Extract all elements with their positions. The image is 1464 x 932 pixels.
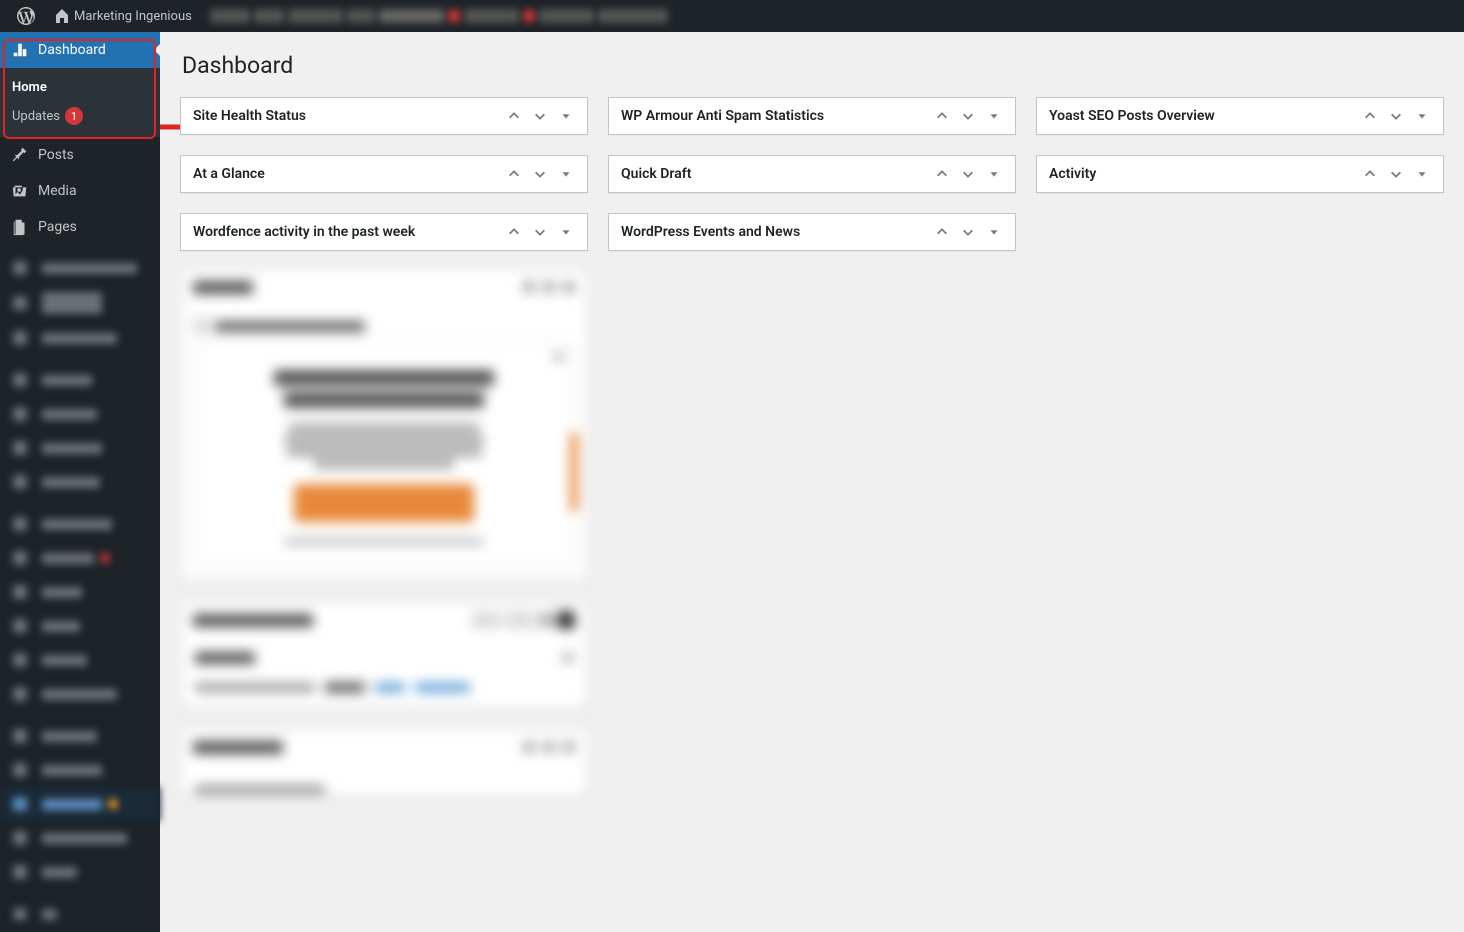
widget-site-health: Site Health Status — [180, 97, 588, 135]
sidebar-label-posts: Posts — [38, 147, 74, 163]
widget-title: Yoast SEO Posts Overview — [1049, 108, 1215, 124]
widget-title: WordPress Events and News — [621, 224, 800, 240]
toggle-icon[interactable] — [985, 107, 1003, 125]
submenu-label-updates: Updates — [12, 109, 60, 124]
widgets-row-1: Site Health Status WP Armour Anti Spam S… — [180, 97, 1444, 135]
widget-title: Site Health Status — [193, 108, 306, 124]
admin-sidebar: Dashboard Home Updates 1 Posts Media — [0, 32, 160, 932]
widget-title: WP Armour Anti Spam Statistics — [621, 108, 824, 124]
dashboard-icon — [10, 40, 30, 60]
media-icon — [10, 181, 30, 201]
sidebar-item-dashboard[interactable]: Dashboard — [0, 32, 160, 68]
move-down-icon[interactable] — [959, 165, 977, 183]
home-icon[interactable]: Marketing Ingenious — [44, 0, 200, 32]
updates-badge: 1 — [65, 107, 83, 125]
blurred-widgets — [180, 268, 588, 816]
sidebar-item-posts[interactable]: Posts — [0, 137, 160, 173]
widget-events: WordPress Events and News — [608, 213, 1016, 251]
move-down-icon[interactable] — [1387, 107, 1405, 125]
widget-wp-armour: WP Armour Anti Spam Statistics — [608, 97, 1016, 135]
toggle-icon[interactable] — [985, 165, 1003, 183]
toggle-icon[interactable] — [557, 107, 575, 125]
blurred-sidebar-items — [0, 245, 160, 931]
site-name: Marketing Ingenious — [74, 9, 192, 24]
move-down-icon[interactable] — [531, 165, 549, 183]
sidebar-label-pages: Pages — [38, 219, 77, 235]
widget-title: Wordfence activity in the past week — [193, 224, 415, 240]
pages-icon — [10, 217, 30, 237]
toggle-icon[interactable] — [1413, 165, 1431, 183]
move-up-icon[interactable] — [505, 107, 523, 125]
toggle-icon[interactable] — [557, 223, 575, 241]
submenu-label-home: Home — [12, 80, 47, 95]
page-title: Dashboard — [180, 52, 1444, 79]
move-up-icon[interactable] — [933, 223, 951, 241]
move-down-icon[interactable] — [959, 223, 977, 241]
sidebar-item-pages[interactable]: Pages — [0, 209, 160, 245]
admin-bar: Marketing Ingenious — [0, 0, 1464, 32]
content-area: Dashboard Site Health Status WP Armour A… — [160, 32, 1464, 932]
move-up-icon[interactable] — [1361, 165, 1379, 183]
widget-title: At a Glance — [193, 166, 265, 182]
dashboard-submenu: Home Updates 1 — [0, 68, 160, 137]
widgets-row-2: At a Glance Quick Draft — [180, 155, 1444, 193]
widgets-row-3: Wordfence activity in the past week Word… — [180, 213, 1444, 251]
move-up-icon[interactable] — [933, 107, 951, 125]
move-up-icon[interactable] — [1361, 107, 1379, 125]
wordpress-logo-icon[interactable] — [8, 0, 44, 32]
widget-title: Quick Draft — [621, 166, 691, 182]
widget-wordfence: Wordfence activity in the past week — [180, 213, 588, 251]
widget-at-a-glance: At a Glance — [180, 155, 588, 193]
toggle-icon[interactable] — [557, 165, 575, 183]
widget-quick-draft: Quick Draft — [608, 155, 1016, 193]
move-down-icon[interactable] — [531, 107, 549, 125]
toggle-icon[interactable] — [985, 223, 1003, 241]
widget-title: Activity — [1049, 166, 1096, 182]
sidebar-label-dashboard: Dashboard — [38, 42, 106, 58]
move-up-icon[interactable] — [505, 223, 523, 241]
submenu-item-updates[interactable]: Updates 1 — [0, 101, 160, 131]
blurred-admin-bar-items — [210, 9, 668, 23]
move-up-icon[interactable] — [933, 165, 951, 183]
submenu-item-home[interactable]: Home — [0, 74, 160, 101]
move-down-icon[interactable] — [959, 107, 977, 125]
widget-activity: Activity — [1036, 155, 1444, 193]
move-down-icon[interactable] — [1387, 165, 1405, 183]
toggle-icon[interactable] — [1413, 107, 1431, 125]
sidebar-label-media: Media — [38, 183, 77, 199]
sidebar-item-media[interactable]: Media — [0, 173, 160, 209]
pin-icon — [10, 145, 30, 165]
move-down-icon[interactable] — [531, 223, 549, 241]
move-up-icon[interactable] — [505, 165, 523, 183]
widget-yoast: Yoast SEO Posts Overview — [1036, 97, 1444, 135]
